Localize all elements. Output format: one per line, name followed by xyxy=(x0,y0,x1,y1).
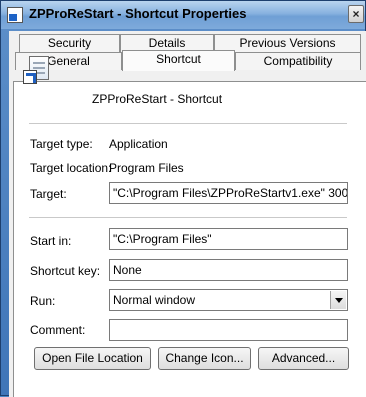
target-type-label: Target type: xyxy=(30,137,93,151)
close-button[interactable]: × xyxy=(348,5,364,23)
divider xyxy=(29,217,347,218)
comment-field[interactable] xyxy=(109,319,348,341)
close-icon: × xyxy=(352,7,360,21)
shortcut-key-field[interactable]: None xyxy=(109,259,348,281)
app-shortcut-icon xyxy=(23,56,51,86)
tab-compatibility[interactable]: Compatibility xyxy=(235,52,361,70)
comment-label: Comment: xyxy=(30,323,86,337)
shortcut-name: ZPProReStart - Shortcut xyxy=(92,92,223,106)
change-icon-button[interactable]: Change Icon... xyxy=(158,347,251,370)
start-in-label: Start in: xyxy=(30,234,72,248)
tab-shortcut[interactable]: Shortcut xyxy=(122,50,235,71)
chevron-down-icon[interactable] xyxy=(330,291,346,309)
open-file-location-button[interactable]: Open File Location xyxy=(34,347,151,370)
run-select-value: Normal window xyxy=(113,293,196,307)
tab-security[interactable]: Security xyxy=(19,34,120,52)
title-bar[interactable]: ZPProReStart - Shortcut Properties × xyxy=(1,1,365,29)
target-field[interactable]: "C:\Program Files\ZPProReStartv1.exe" 30… xyxy=(109,182,348,204)
divider xyxy=(29,123,347,124)
target-type-value: Application xyxy=(109,137,168,151)
target-label: Target: xyxy=(30,187,67,201)
run-label: Run: xyxy=(30,294,56,308)
app-shortcut-icon xyxy=(7,7,23,23)
window-title: ZPProReStart - Shortcut Properties xyxy=(29,6,247,21)
tab-previous-versions[interactable]: Previous Versions xyxy=(214,34,361,52)
target-location-label: Target location: xyxy=(30,161,112,175)
target-location-value: Program Files xyxy=(109,161,184,175)
run-select[interactable]: Normal window xyxy=(109,289,348,311)
start-in-field[interactable]: "C:\Program Files" xyxy=(109,228,348,250)
dialog-body: Security Details Previous Versions Gener… xyxy=(9,31,366,397)
advanced-button[interactable]: Advanced... xyxy=(258,347,349,370)
shortcut-key-label: Shortcut key: xyxy=(30,264,101,278)
properties-window: ZPProReStart - Shortcut Properties × Sec… xyxy=(0,0,366,397)
